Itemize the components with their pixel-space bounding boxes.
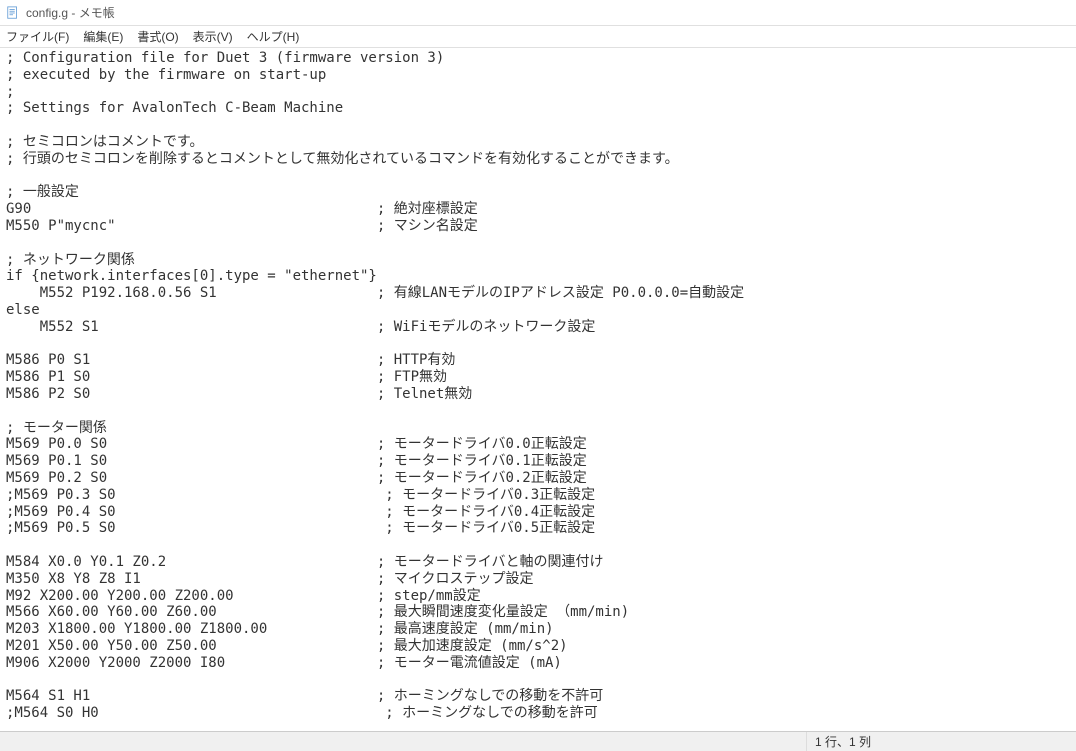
menu-format[interactable]: 書式(O) [137,28,178,45]
menu-file[interactable]: ファイル(F) [6,28,69,45]
status-left [0,732,807,751]
menu-help[interactable]: ヘルプ(H) [247,28,300,45]
text-editor-area[interactable]: ; Configuration file for Duet 3 (firmwar… [0,48,1076,731]
window-titlebar: config.g - メモ帳 [0,0,1076,26]
menubar: ファイル(F) 編集(E) 書式(O) 表示(V) ヘルプ(H) [0,26,1076,48]
statusbar: 1 行、1 列 [0,731,1076,751]
window-title: config.g - メモ帳 [26,4,115,21]
menu-view[interactable]: 表示(V) [193,28,233,45]
status-cursor-position: 1 行、1 列 [807,732,879,751]
menu-edit[interactable]: 編集(E) [83,28,123,45]
notepad-icon [6,6,20,20]
